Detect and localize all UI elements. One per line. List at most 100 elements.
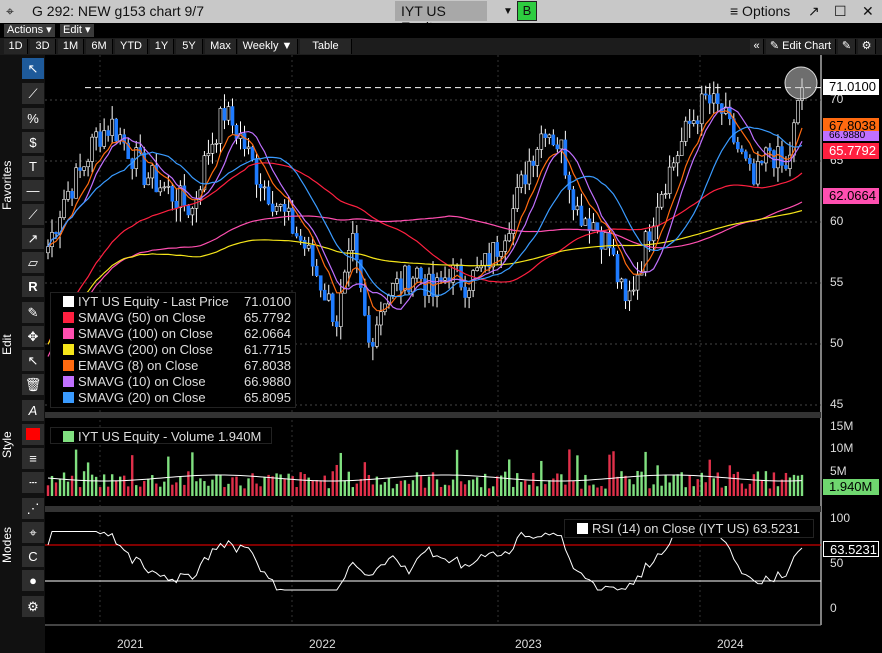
legend-item: SMAVG (20) on Close 65.8095 xyxy=(51,390,295,406)
volume-bar xyxy=(183,484,186,496)
candle xyxy=(736,141,740,150)
horizontal-line-icon[interactable]: — xyxy=(22,180,44,201)
volume-bar xyxy=(728,465,732,496)
volume-bar xyxy=(764,471,768,496)
candle xyxy=(338,292,343,327)
candle xyxy=(94,131,98,138)
legend-label: IYT US Equity - Last Price xyxy=(78,294,229,309)
legend-label: SMAVG (200) on Close xyxy=(78,342,213,357)
volume-bar xyxy=(608,454,611,496)
volume-bar xyxy=(447,485,451,496)
legend-item: SMAVG (200) on Close 61.7715 xyxy=(51,342,295,358)
trendline-icon[interactable]: ⟋ xyxy=(22,204,44,225)
volume-bar xyxy=(596,487,599,496)
last-price-tag: 71.0100 xyxy=(823,79,879,95)
volume-bar xyxy=(704,482,707,496)
candle xyxy=(298,235,303,241)
snap-icon[interactable]: C xyxy=(22,546,44,567)
crosshair-mode-icon[interactable]: ⌖ xyxy=(22,522,44,543)
volume-bar xyxy=(191,452,194,496)
candle xyxy=(635,274,640,291)
select-add-icon[interactable]: ↖ xyxy=(22,350,44,371)
rsi-label: RSI (14) on Close (IYT US) xyxy=(592,521,750,536)
rsi-axis-label: 0 xyxy=(830,601,837,615)
pointer-icon[interactable]: ↖ xyxy=(22,58,44,79)
candle xyxy=(330,293,335,322)
tab-edit[interactable]: Edit xyxy=(0,320,20,370)
candle xyxy=(691,120,696,124)
trash-icon[interactable]: 🗑 xyxy=(22,374,44,395)
volume-bar xyxy=(311,480,314,496)
volume-bar xyxy=(648,488,651,496)
volume-bar xyxy=(219,474,222,496)
line-tool-icon[interactable]: ⟋ xyxy=(22,83,44,104)
line-style-icon[interactable]: ┄ xyxy=(22,472,44,493)
rsi-tag: 63.5231 xyxy=(823,541,879,557)
tab-favorites[interactable]: Favorites xyxy=(0,140,20,230)
volume-bar xyxy=(572,480,575,496)
volume-bar xyxy=(46,485,50,496)
candle xyxy=(776,146,780,169)
legend-item: IYT US Equity - Last Price 71.0100 xyxy=(51,294,295,310)
volume-bar xyxy=(500,475,503,496)
volume-bar xyxy=(736,471,740,496)
text-tool-icon[interactable]: T xyxy=(22,156,44,177)
candle xyxy=(262,186,267,189)
candle xyxy=(695,120,700,125)
volume-bar xyxy=(532,472,535,496)
volume-bar xyxy=(50,475,54,496)
volume-bar xyxy=(131,455,134,496)
volume-bar xyxy=(375,476,379,496)
volume-bar xyxy=(371,484,375,496)
candle xyxy=(619,278,624,283)
legend-item: SMAVG (100) on Close 62.0664 xyxy=(51,326,295,342)
volume-bar xyxy=(139,486,142,496)
last-price-marker[interactable] xyxy=(784,66,818,100)
price-legend: IYT US Equity - Last Price 71.0100 SMAVG (… xyxy=(50,292,296,408)
panel-divider[interactable] xyxy=(45,412,821,418)
candle xyxy=(266,186,271,205)
volume-bar xyxy=(203,481,206,496)
volume-bar xyxy=(106,486,110,496)
candle xyxy=(371,342,375,347)
channel-icon[interactable]: ▱ xyxy=(22,252,44,273)
volume-bar xyxy=(696,479,699,496)
candle xyxy=(740,148,744,153)
percent-tool-icon[interactable]: % xyxy=(22,108,44,129)
volume-bar xyxy=(54,482,58,496)
rsi-axis-label: 100 xyxy=(830,511,851,525)
volume-bar xyxy=(391,488,395,496)
settings-icon[interactable]: ⚙ xyxy=(22,596,44,617)
legend-value: 65.8095 xyxy=(244,390,291,405)
volume-bar xyxy=(724,486,727,496)
candle xyxy=(78,167,82,171)
candle xyxy=(258,184,263,189)
candle xyxy=(587,218,592,232)
volume-bar xyxy=(123,475,126,496)
pencil-icon[interactable]: ✎ xyxy=(22,302,44,323)
candle xyxy=(294,233,299,237)
line-weight-icon[interactable]: ≡ xyxy=(22,448,44,469)
volume-bar xyxy=(656,465,659,496)
volume-bar xyxy=(504,471,507,496)
tab-style[interactable]: Style xyxy=(0,420,20,470)
volume-bar xyxy=(195,481,198,496)
font-icon[interactable]: A xyxy=(22,400,44,421)
price-tool-icon[interactable]: $ xyxy=(22,132,44,153)
tab-modes[interactable]: Modes xyxy=(0,520,20,570)
ray-icon[interactable]: ↗ xyxy=(22,228,44,249)
candle xyxy=(170,185,175,202)
candle xyxy=(74,167,78,199)
volume-bar xyxy=(752,474,756,496)
panel-divider[interactable] xyxy=(45,506,821,512)
volume-bar xyxy=(536,486,539,496)
candle xyxy=(707,94,712,104)
move-icon[interactable]: ✥ xyxy=(22,326,44,347)
color-picker-icon[interactable] xyxy=(22,424,44,445)
retracement-icon[interactable]: R xyxy=(22,276,44,297)
dotted-line-icon[interactable]: ⋰ xyxy=(22,498,44,519)
candle xyxy=(250,146,255,160)
palette-icon[interactable]: ● xyxy=(22,570,44,591)
candle xyxy=(435,277,439,297)
volume-bar xyxy=(760,480,764,496)
